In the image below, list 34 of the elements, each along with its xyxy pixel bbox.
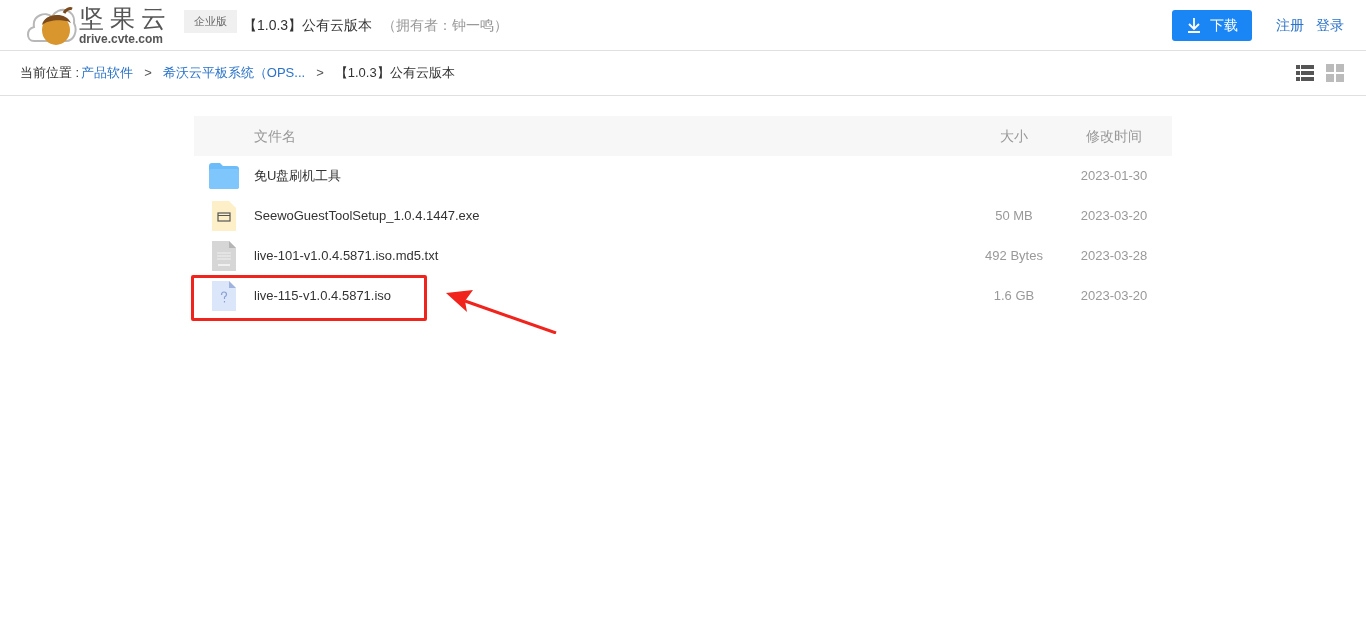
file-name[interactable]: 免U盘刷机工具 <box>254 166 934 186</box>
breadcrumb-label: 当前位置 : <box>20 64 80 83</box>
logo-name: 坚果云 <box>79 5 172 31</box>
list-view-icon[interactable] <box>1296 65 1314 81</box>
header-link[interactable]: 注册 <box>1276 14 1304 36</box>
breadcrumb-separator: > <box>316 64 324 83</box>
text-file-icon <box>212 241 236 271</box>
modified-date: 2023-01-30 <box>1079 167 1149 186</box>
column-header: 修改时间 <box>1085 126 1143 146</box>
header-link[interactable]: 登录 <box>1316 14 1344 36</box>
folder-icon <box>209 163 239 189</box>
file-size: 50 MB <box>994 207 1034 226</box>
modified-date: 2023-03-20 <box>1079 287 1149 306</box>
download-button[interactable]: 下载 <box>1172 9 1252 41</box>
modified-date: 2023-03-20 <box>1079 207 1149 226</box>
breadcrumb-link[interactable]: 希沃云平板系统（OPS... <box>162 63 306 83</box>
file-name[interactable]: SeewoGuestToolSetup_1.0.4.1447.exe <box>254 206 934 226</box>
owner-label: （拥有者：钟一鸣） <box>382 15 509 35</box>
file-size: 492 Bytes <box>984 247 1044 266</box>
column-header: 大小 <box>999 126 1029 146</box>
breadcrumb-link[interactable]: 产品软件 <box>81 63 134 83</box>
breadcrumb-current: 【1.0.3】公有云版本 <box>334 64 455 83</box>
unknown-file-icon <box>212 281 236 311</box>
file-name[interactable]: live-101-v1.0.4.5871.iso.md5.txt <box>254 246 934 266</box>
file-name[interactable]: live-115-v1.0.4.5871.iso <box>254 286 934 306</box>
file-size: 1.6 GB <box>992 287 1036 306</box>
folder-title: 【1.0.3】公有云版本 <box>243 15 373 35</box>
edition-badge: 企业版 <box>184 10 237 33</box>
logo-domain: drive.cvte.com <box>79 32 165 45</box>
modified-date: 2023-03-28 <box>1079 247 1149 266</box>
download-icon <box>1186 17 1202 33</box>
breadcrumb-separator: > <box>144 64 152 83</box>
exe-file-icon <box>212 201 236 231</box>
column-header: 文件名 <box>254 126 297 146</box>
